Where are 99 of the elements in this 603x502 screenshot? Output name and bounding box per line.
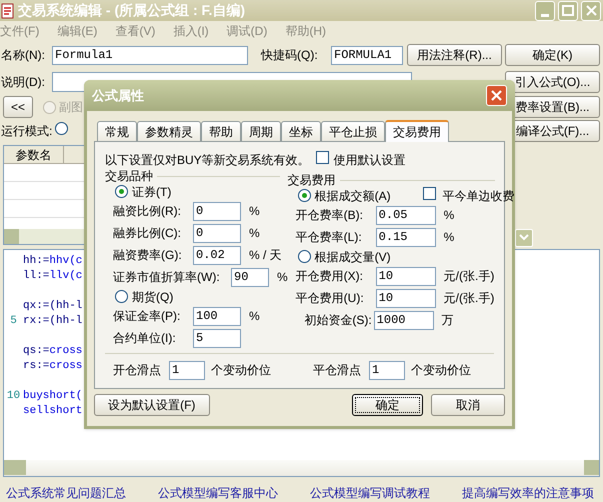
input-field[interactable]: 0 <box>193 202 241 220</box>
unit-label: % <box>444 207 454 224</box>
tab[interactable]: 平仓止损 <box>321 121 385 141</box>
help-link[interactable]: 提高编写效率的注意事项 <box>462 484 594 502</box>
unit-label: % <box>277 269 288 286</box>
tab[interactable]: 周期 <box>241 121 281 141</box>
dialog-title: 公式属性 <box>92 86 145 105</box>
help-link[interactable]: 公式模型编写调试教程 <box>310 484 430 502</box>
field-label: 初始资金(S): <box>303 312 373 329</box>
unit-label: 万 <box>442 312 454 329</box>
checkbox[interactable] <box>316 151 329 164</box>
unit-label: 个变动价位 <box>411 362 471 379</box>
import-button[interactable]: 引入公式(O)... <box>505 71 600 93</box>
code-line: rs:=cross <box>23 359 82 374</box>
field-label: 融资比例(R): <box>113 203 182 220</box>
line-number: 5 <box>9 314 18 329</box>
line-number: 10 <box>6 389 22 404</box>
input-field[interactable]: 1 <box>169 360 205 380</box>
field-label: 名称(N): <box>1 47 46 64</box>
close-button[interactable] <box>486 85 507 106</box>
field-label: 平仓滑点 <box>313 362 362 379</box>
set-default-button[interactable]: 设为默认设置(F) <box>94 394 210 416</box>
radio-label: 期货(Q) <box>132 288 174 306</box>
input-field[interactable]: 0.02 <box>193 246 241 264</box>
radio-button[interactable] <box>115 290 128 303</box>
unit-label: 元/(张.手) <box>444 268 494 285</box>
checkbox[interactable] <box>422 186 436 200</box>
code-line: rx:=(hh-l <box>23 314 82 329</box>
code-line: ll:=llv(c <box>23 269 82 284</box>
name-field[interactable]: Formula1 <box>52 46 248 64</box>
field-label: 合约单位(I): <box>113 330 177 347</box>
help-link[interactable]: 公式模型编写客服中心 <box>158 484 278 502</box>
cancel-button[interactable]: 取消 <box>431 394 505 416</box>
maximize-icon <box>562 5 574 16</box>
input-field[interactable]: 1000 <box>374 310 434 330</box>
scrollbar[interactable] <box>4 460 599 476</box>
field-label: 平仓费用(U): <box>296 290 365 307</box>
unit-label: % / 天 <box>249 247 282 264</box>
app-icon <box>1 2 15 19</box>
unit-label: % <box>249 225 260 242</box>
unit-label: 个变动价位 <box>211 362 271 379</box>
tab[interactable]: 常规 <box>97 121 137 141</box>
radio-label: 根据成交量(V) <box>314 248 391 266</box>
tab[interactable]: 交易费用 <box>385 120 449 142</box>
input-field[interactable]: 10 <box>376 266 436 286</box>
column-header: 参数名 <box>4 146 64 163</box>
tab[interactable]: 参数精灵 <box>137 121 201 141</box>
ok-button[interactable]: 确定 <box>352 394 424 416</box>
notes-button[interactable]: 用法注释(R)... <box>407 44 502 66</box>
input-field[interactable]: 90 <box>231 268 269 286</box>
help-link[interactable]: 公式系统常见问题汇总 <box>6 484 126 502</box>
checkbox-label: 平今单边收费 <box>442 188 515 204</box>
field-label: 快捷码(Q): <box>261 47 319 64</box>
window-title: 交易系统编辑 - (所属公式组 : F.自编) <box>18 1 246 20</box>
radio-label: 证券(T) <box>132 184 172 200</box>
radio-button[interactable] <box>55 122 68 135</box>
input-field[interactable]: 5 <box>193 328 241 348</box>
code-line: sellshort <box>23 404 82 419</box>
code-line: qx:=(hh-l <box>23 299 82 314</box>
field-label: 说明(D): <box>1 74 46 91</box>
field-label: 开仓费率(B): <box>296 207 364 224</box>
shortcut-field[interactable]: FORMULA1 <box>331 46 403 64</box>
field-label: 保证金率(P): <box>113 308 182 325</box>
input-field[interactable]: 100 <box>193 306 241 326</box>
unit-label: % <box>444 229 454 246</box>
tab[interactable]: 坐标 <box>281 121 321 141</box>
close-icon <box>490 89 503 102</box>
radio-button[interactable] <box>115 185 128 198</box>
code-line: hh:=hhv(c <box>23 254 82 269</box>
field-label: 融券比例(C): <box>113 225 182 242</box>
field-label: 证券市值折算率(W): <box>113 269 221 286</box>
field-label: 开仓费用(X): <box>296 268 364 285</box>
checkbox-label: 使用默认设置 <box>334 152 406 169</box>
field-label: 运行模式: <box>1 123 52 140</box>
field-label: 融资费率(G): <box>113 247 183 264</box>
code-line: qs:=cross <box>23 344 82 359</box>
group-title: 交易费用 <box>288 172 337 189</box>
ok-button[interactable]: 确定(K) <box>505 44 600 66</box>
radio-button[interactable] <box>298 189 311 202</box>
tab[interactable]: 帮助 <box>201 121 241 141</box>
radio-label: 副图 <box>59 99 83 116</box>
unit-label: % <box>249 308 260 325</box>
minimize-icon <box>541 14 549 17</box>
close-icon <box>586 5 596 16</box>
input-field[interactable]: 10 <box>376 288 436 308</box>
code-line: buyshort( <box>23 389 82 404</box>
group-title: 交易品种 <box>105 168 154 185</box>
input-field[interactable]: 0.05 <box>376 206 436 224</box>
input-field[interactable]: 0 <box>193 224 241 242</box>
radio-button[interactable] <box>298 250 311 263</box>
field-label: 开仓滑点 <box>113 362 162 379</box>
field-label: 平仓费率(L): <box>296 229 363 246</box>
collapse-button[interactable]: << <box>3 96 33 118</box>
radio-label: 根据成交额(A) <box>314 188 391 204</box>
unit-label: % <box>249 203 260 220</box>
input-field[interactable]: 1 <box>369 360 405 380</box>
input-field[interactable]: 0.15 <box>376 228 436 246</box>
unit-label: 元/(张.手) <box>444 290 494 307</box>
note-text: 以下设置仅对BUY等新交易系统有效。 <box>105 152 310 169</box>
